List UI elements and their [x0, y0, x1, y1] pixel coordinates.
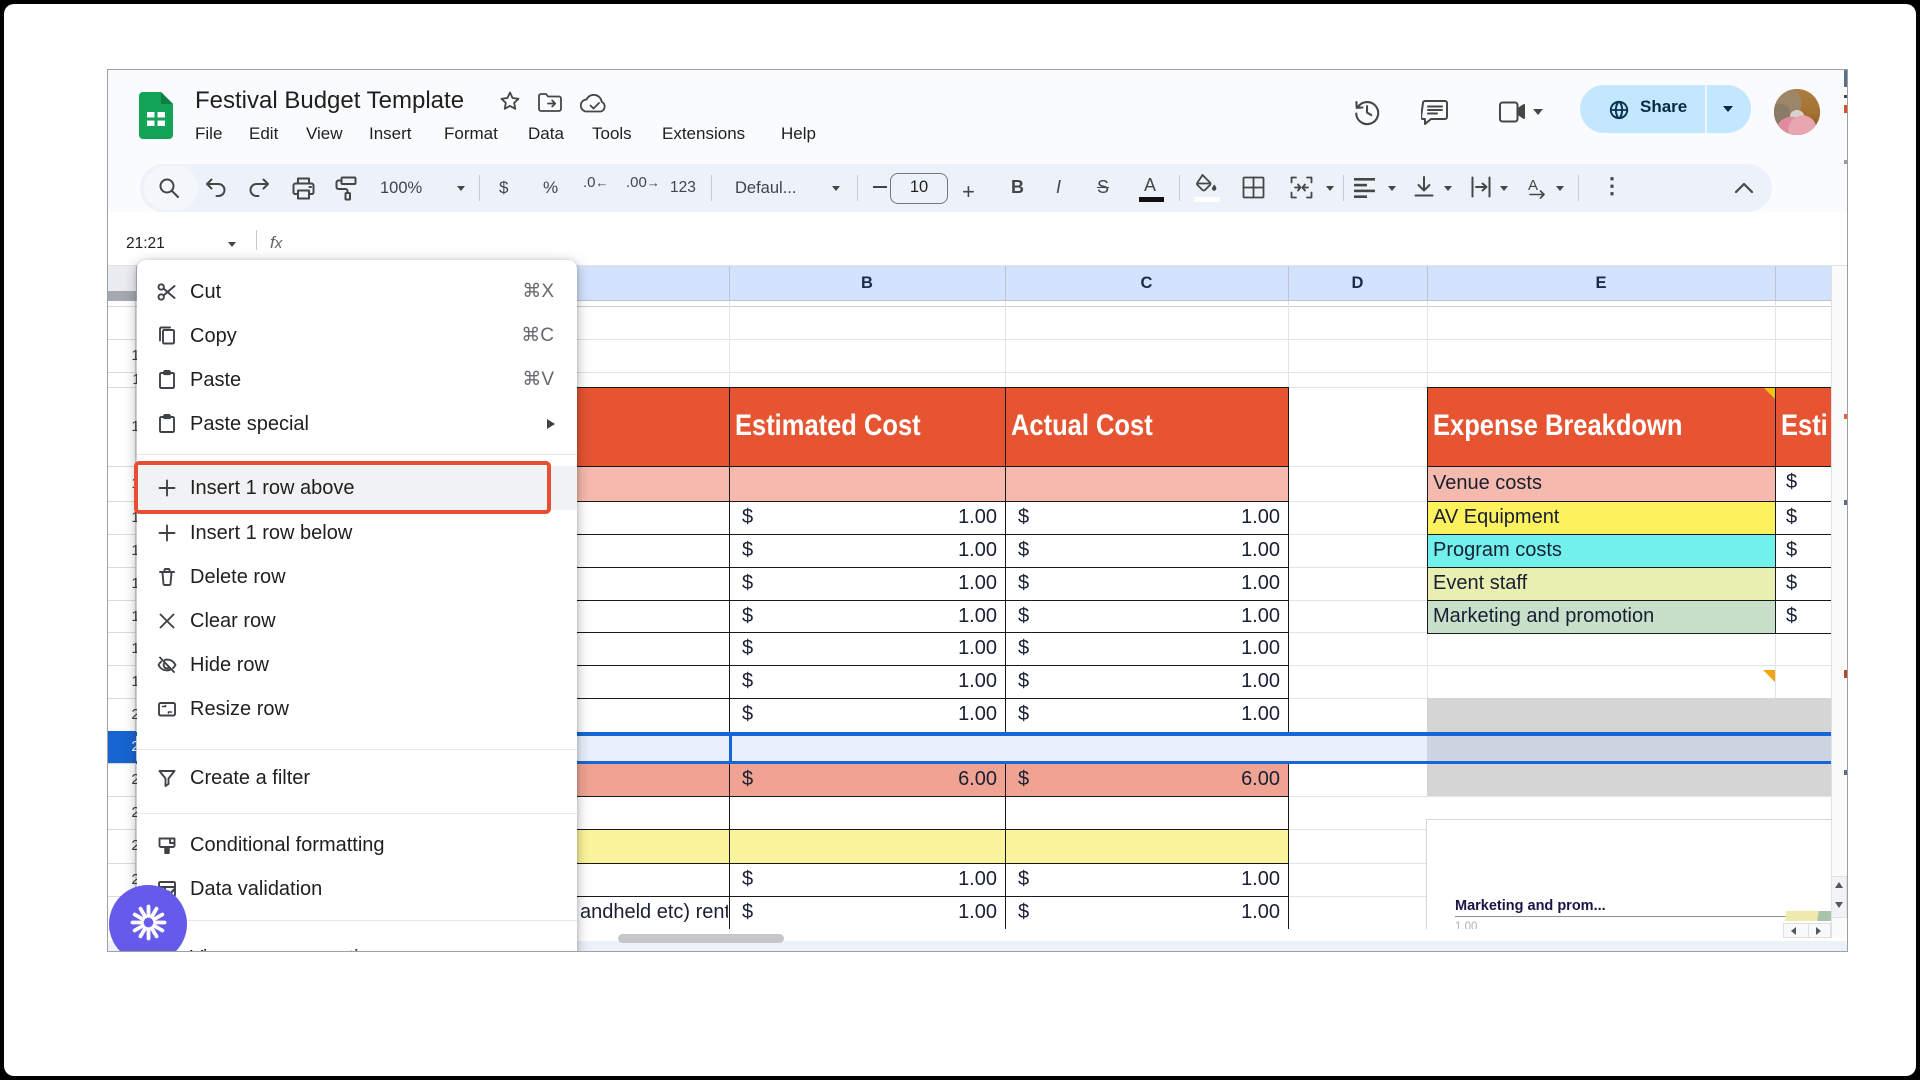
- svg-text:A: A: [1528, 177, 1538, 194]
